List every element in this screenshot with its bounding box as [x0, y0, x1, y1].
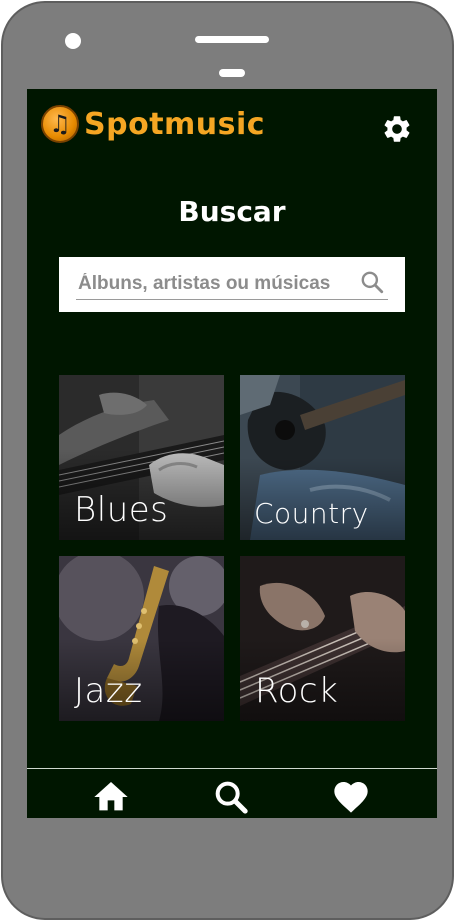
genre-label: Rock [255, 671, 339, 711]
front-camera [65, 33, 81, 49]
genre-tile-blues[interactable]: Blues [59, 375, 224, 540]
phone-frame: ♫ Spotmusic Buscar Álbuns, artistas ou m… [1, 1, 454, 920]
earpiece-speaker [195, 36, 269, 43]
app-screen: ♫ Spotmusic Buscar Álbuns, artistas ou m… [27, 89, 437, 818]
home-icon[interactable] [91, 777, 131, 817]
search-box [59, 257, 405, 312]
genre-label: Blues [74, 490, 169, 530]
app-name: Spotmusic [84, 107, 266, 142]
page-title: Buscar [178, 195, 286, 228]
genre-tile-country[interactable]: Country [240, 375, 405, 540]
genre-tile-jazz[interactable]: Jazz [59, 556, 224, 721]
proximity-sensor [219, 69, 245, 77]
app-header: ♫ Spotmusic [27, 89, 437, 169]
heart-icon[interactable] [331, 777, 371, 817]
bottom-nav-divider [27, 768, 437, 769]
search-input[interactable] [76, 268, 388, 300]
search-icon[interactable] [359, 269, 385, 295]
genre-tile-rock[interactable]: Rock [240, 556, 405, 721]
gear-icon[interactable] [381, 113, 413, 145]
genre-label: Jazz [74, 671, 143, 711]
music-note-icon: ♫ [41, 105, 79, 143]
genre-label: Country [254, 497, 369, 530]
search-icon[interactable] [211, 777, 251, 817]
